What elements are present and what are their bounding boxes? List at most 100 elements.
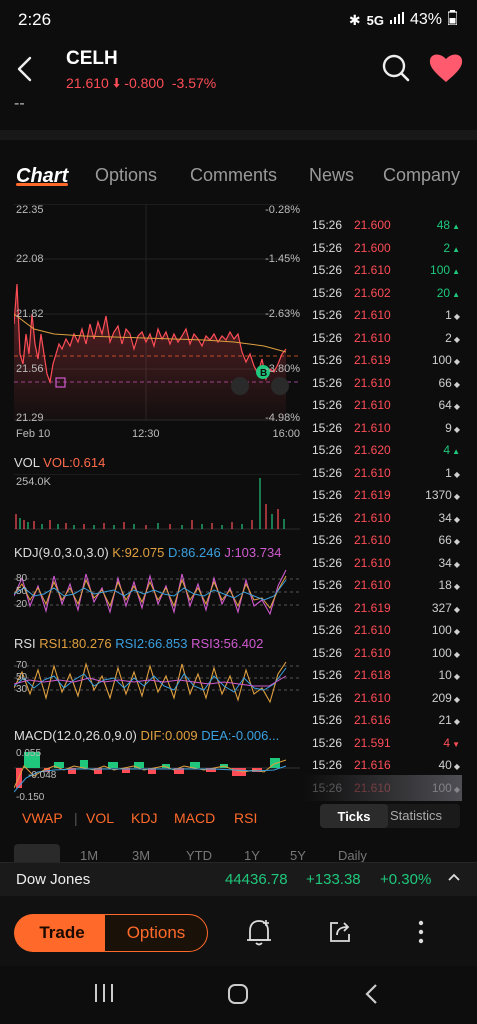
statistics-tab[interactable]: Statistics — [390, 808, 442, 823]
rsi-axis-70: 70 — [16, 660, 28, 671]
tick-neutral-icon: ◆ — [453, 649, 460, 659]
tick-row: 15:26 21.610 64 ◆ — [304, 398, 464, 420]
search-icon[interactable] — [380, 52, 412, 84]
tick-volume-value: 20 — [436, 285, 451, 300]
tick-price: 21.620 — [354, 443, 391, 457]
tick-row: 15:26 21.610 100◆ — [304, 646, 464, 668]
active-tab-indicator — [16, 183, 68, 186]
recent-apps-icon[interactable] — [92, 982, 116, 1009]
tick-volume: 9 ◆ — [445, 421, 460, 435]
tick-time: 15:26 — [312, 623, 343, 637]
indicator-vwap[interactable]: VWAP — [22, 810, 63, 826]
macd-axis-mid: -0.048 — [28, 770, 57, 781]
tick-volume-value: 40 — [438, 758, 452, 772]
tick-volume: 34 ◆ — [438, 511, 460, 525]
range-3m[interactable]: 3M — [132, 848, 150, 863]
tick-price: 21.619 — [354, 600, 391, 615]
tab-options[interactable]: Options — [95, 165, 157, 186]
tick-price: 21.610 — [354, 578, 391, 592]
macd-chart: 0.055 -0.048 -0.150 — [13, 748, 300, 803]
tick-volume-value: 34 — [438, 510, 452, 525]
status-icons: ✱ 5G 43% — [349, 10, 458, 30]
back-icon[interactable] — [10, 52, 44, 86]
tick-price: 21.619 — [354, 353, 391, 367]
range-daily[interactable]: Daily — [338, 848, 367, 863]
tick-row: 15:26 21.619 1370 ◆ — [304, 488, 464, 510]
system-nav-bar — [0, 966, 477, 1024]
tick-price: 21.610 — [354, 375, 391, 390]
macd-label: MACD(12.0,26.0,9.0) — [14, 728, 137, 743]
tick-volume-value: 100 — [431, 645, 452, 660]
tick-time: 15:26 — [312, 533, 343, 547]
tick-price: 21.610 — [354, 465, 391, 480]
tick-neutral-icon: ◆ — [453, 424, 460, 434]
indicator-kdj[interactable]: KDJ — [131, 810, 157, 826]
tick-price: 21.610 — [354, 308, 391, 322]
nav-back-icon[interactable] — [362, 982, 382, 1011]
status-bar: 2:26 ✱ 5G 43% — [0, 0, 477, 40]
macd-dea: DEA:-0.006... — [201, 728, 280, 743]
tick-time: 15:26 — [312, 488, 343, 502]
tick-time: 15:26 — [312, 420, 343, 435]
tick-row: 15:26 21.620 4 ▲ — [304, 443, 464, 465]
sub-status: -- — [14, 95, 25, 112]
ticks-tab[interactable]: Ticks — [320, 804, 388, 828]
trade-button[interactable]: Trade — [14, 914, 110, 952]
indicator-macd[interactable]: MACD — [174, 810, 215, 826]
more-options-icon[interactable] — [414, 918, 428, 951]
range-1y[interactable]: 1Y — [244, 848, 260, 863]
tick-volume-value: 100 — [431, 353, 452, 367]
tick-time: 15:26 — [312, 398, 343, 412]
tab-news[interactable]: News — [309, 165, 354, 186]
tick-volume: 2 ▲ — [443, 241, 460, 255]
price-change: -0.800 — [124, 75, 164, 91]
options-button[interactable]: Options — [104, 914, 208, 952]
tick-price: 21.610 — [354, 330, 391, 345]
tick-neutral-icon: ◆ — [453, 672, 460, 681]
tick-neutral-icon: ◆ — [453, 514, 460, 524]
chevron-up-icon[interactable] — [446, 869, 462, 890]
indicator-vol[interactable]: VOL — [86, 810, 114, 826]
header-divider — [0, 130, 477, 140]
tab-company[interactable]: Company — [383, 165, 460, 186]
index-bar[interactable]: Dow Jones 44436.78 +133.38 +0.30% — [0, 862, 477, 896]
y-left-0: 22.35 — [16, 204, 44, 216]
tick-volume-value: 100 — [431, 623, 452, 637]
tick-row: 15:26 21.610 1 ◆ — [304, 308, 464, 330]
tick-row: 15:26 21.616 21 ◆ — [304, 713, 464, 735]
tick-time: 15:26 — [312, 758, 343, 772]
tick-neutral-icon: ◆ — [453, 694, 460, 704]
y-right-4: -4.98% — [265, 412, 300, 424]
kdj-chart: 80 50 20 — [13, 566, 300, 618]
content-tabs: Chart Options Comments News Company — [0, 160, 477, 192]
signal-icon — [389, 11, 404, 29]
tab-comments[interactable]: Comments — [190, 165, 277, 186]
tick-volume: 66 ◆ — [438, 376, 460, 390]
tick-up-icon: ▲ — [452, 289, 460, 299]
tick-volume-value: 18 — [438, 578, 452, 592]
tick-neutral-icon: ◆ — [453, 379, 460, 389]
price-line: 21.610 🠫 -0.800 -3.57% — [66, 73, 216, 97]
price-chart[interactable]: B 22.35 22.08 21.82 21.56 21.29 -0.28% -… — [0, 198, 302, 448]
range-1m[interactable]: 1M — [80, 848, 98, 863]
tick-time: 15:26 — [312, 713, 343, 727]
tick-volume: 100◆ — [432, 646, 460, 660]
rsi-chart: 70 50 30 — [13, 658, 300, 710]
tick-time: 15:26 — [312, 218, 343, 232]
range-5y[interactable]: 5Y — [290, 848, 306, 863]
y-right-1: -1.45% — [265, 253, 300, 265]
share-icon[interactable] — [326, 918, 354, 951]
alert-bell-icon[interactable] — [244, 916, 274, 953]
tick-row: 15:26 21.610 66 ◆ — [304, 376, 464, 398]
tick-volume: 20 ▲ — [437, 286, 460, 300]
indicator-rsi[interactable]: RSI — [234, 810, 257, 826]
watchlist-heart-icon[interactable] — [428, 52, 464, 84]
home-icon[interactable] — [226, 982, 250, 1011]
y-left-4: 21.29 — [16, 412, 44, 424]
tick-time: 15:26 — [312, 645, 343, 660]
index-change-pct: +0.30% — [380, 871, 432, 888]
macd-axis-bottom: -0.150 — [16, 792, 45, 803]
tick-neutral-icon: ◆ — [453, 582, 460, 591]
range-ytd[interactable]: YTD — [186, 848, 212, 863]
tick-time: 15:26 — [312, 555, 343, 570]
